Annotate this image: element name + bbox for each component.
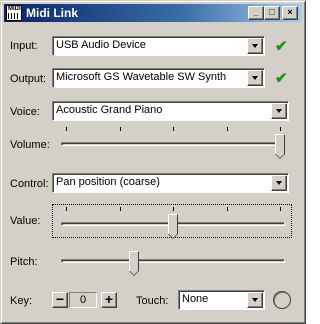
value-thumb[interactable] bbox=[168, 214, 178, 239]
pitch-slider[interactable] bbox=[61, 244, 285, 276]
title-bar[interactable]: MIDI Midi Link _ □ × bbox=[4, 4, 302, 22]
value-ticks bbox=[61, 207, 285, 213]
control-select-value: Pan position (coarse) bbox=[56, 176, 160, 188]
maximize-button[interactable]: □ bbox=[264, 6, 280, 20]
volume-slider[interactable] bbox=[61, 127, 285, 159]
output-label: Output: bbox=[10, 73, 47, 85]
slider-tick bbox=[226, 127, 228, 131]
minimize-button[interactable]: _ bbox=[248, 6, 264, 20]
value-slider[interactable] bbox=[61, 207, 285, 239]
chevron-down-icon[interactable] bbox=[247, 70, 263, 86]
window-title: Midi Link bbox=[26, 6, 78, 20]
pitch-label: Pitch: bbox=[10, 256, 38, 268]
output-ok-check-icon: ✔ bbox=[275, 70, 288, 87]
output-select[interactable]: Microsoft GS Wavetable SW Synth bbox=[52, 68, 265, 88]
slider-tick bbox=[226, 207, 228, 211]
input-select-value: USB Audio Device bbox=[56, 39, 146, 51]
slider-tick bbox=[173, 207, 174, 211]
volume-ticks bbox=[61, 127, 285, 133]
slider-tick bbox=[119, 127, 121, 131]
chevron-down-icon[interactable] bbox=[271, 175, 287, 191]
touch-select[interactable]: None bbox=[178, 290, 265, 310]
slider-tick bbox=[280, 127, 281, 131]
touch-select-value: None bbox=[182, 293, 209, 305]
close-button[interactable]: × bbox=[282, 6, 298, 20]
output-select-value: Microsoft GS Wavetable SW Synth bbox=[56, 71, 227, 83]
slider-tick bbox=[173, 127, 174, 131]
volume-track bbox=[61, 142, 285, 146]
value-label: Value: bbox=[10, 215, 41, 227]
slider-tick bbox=[280, 207, 281, 211]
volume-label: Volume: bbox=[10, 139, 50, 151]
midi-link-window: MIDI Midi Link _ □ × Input: USB Audio De… bbox=[0, 0, 306, 324]
key-increment-button[interactable]: + bbox=[101, 292, 117, 308]
voice-select-value: Acoustic Grand Piano bbox=[56, 104, 163, 116]
input-ok-check-icon: ✔ bbox=[275, 38, 288, 55]
chevron-down-icon[interactable] bbox=[247, 292, 263, 308]
pitch-track bbox=[61, 259, 285, 263]
chevron-down-icon[interactable] bbox=[247, 38, 263, 54]
touch-indicator-circle[interactable] bbox=[273, 291, 291, 309]
voice-select[interactable]: Acoustic Grand Piano bbox=[52, 101, 289, 121]
control-select[interactable]: Pan position (coarse) bbox=[52, 173, 289, 193]
voice-label: Voice: bbox=[10, 106, 40, 118]
key-value-field[interactable]: 0 bbox=[69, 292, 97, 308]
pitch-thumb[interactable] bbox=[129, 251, 140, 276]
input-select[interactable]: USB Audio Device bbox=[52, 36, 265, 56]
slider-tick bbox=[66, 207, 67, 211]
key-decrement-button[interactable]: − bbox=[52, 292, 68, 308]
chevron-down-icon[interactable] bbox=[271, 103, 287, 119]
slider-tick bbox=[119, 207, 121, 211]
control-label: Control: bbox=[10, 178, 49, 190]
midi-keyboard-icon: MIDI bbox=[6, 5, 22, 21]
volume-thumb[interactable] bbox=[275, 134, 285, 159]
key-label: Key: bbox=[10, 295, 33, 307]
input-label: Input: bbox=[10, 40, 38, 52]
touch-label: Touch: bbox=[136, 295, 169, 307]
slider-tick bbox=[66, 127, 67, 131]
